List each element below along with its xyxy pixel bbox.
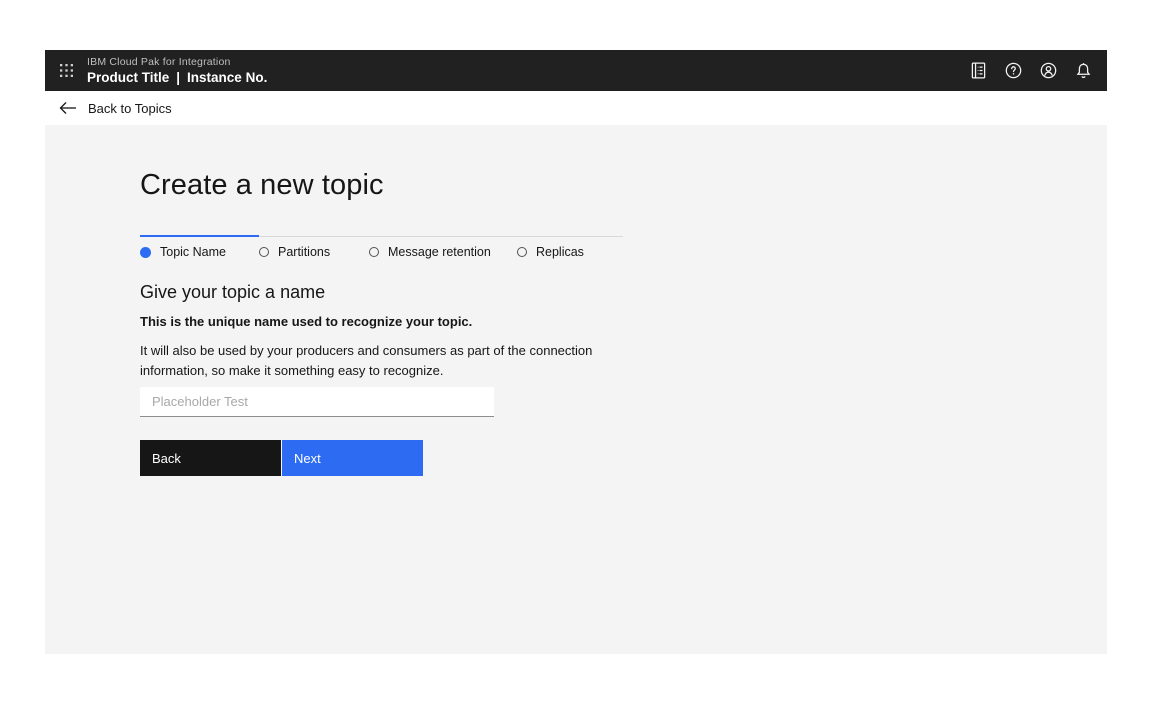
wizard-panel: Create a new topic Topic Name Partitions (45, 125, 1107, 654)
app-header: IBM Cloud Pak for Integration Product Ti… (45, 50, 1107, 91)
progress-step-inner: Replicas (517, 245, 623, 259)
wizard-content: Create a new topic Topic Name Partitions (45, 125, 605, 476)
app-frame: IBM Cloud Pak for Integration Product Ti… (0, 0, 1152, 704)
title-separator: | (176, 71, 180, 85)
step-incomplete-icon (369, 247, 379, 257)
help-button[interactable] (996, 50, 1031, 91)
progress-step-partitions[interactable]: Partitions (259, 236, 369, 259)
app-switcher-icon (60, 64, 73, 77)
step-incomplete-icon (259, 247, 269, 257)
step-incomplete-icon (517, 247, 527, 257)
step-label: Replicas (536, 245, 584, 259)
notifications-button[interactable] (1066, 50, 1101, 91)
user-profile-button[interactable] (1031, 50, 1066, 91)
wizard-button-set: Back Next (140, 440, 605, 476)
progress-step-topic-name[interactable]: Topic Name (140, 235, 259, 259)
header-actions (961, 50, 1107, 91)
help-icon (1004, 61, 1023, 80)
section-heading: Give your topic a name (140, 281, 605, 304)
header-eyebrow: IBM Cloud Pak for Integration (87, 57, 267, 68)
product-title: Product Title (87, 71, 169, 85)
section-description: It will also be used by your producers a… (140, 341, 605, 380)
catalog-button[interactable] (961, 50, 996, 91)
header-titles: IBM Cloud Pak for Integration Product Ti… (87, 57, 267, 84)
progress-step-inner: Message retention (369, 245, 517, 259)
progress-step-message-retention[interactable]: Message retention (369, 236, 517, 259)
step-label: Partitions (278, 245, 330, 259)
topic-name-input[interactable] (140, 387, 494, 417)
app-switcher-button[interactable] (45, 50, 87, 91)
header-title-row: Product Title | Instance No. (87, 71, 267, 85)
back-arrow-icon (59, 101, 77, 115)
step-label: Message retention (388, 245, 491, 259)
back-button[interactable]: Back (140, 440, 281, 476)
instance-label: Instance No. (187, 71, 267, 85)
notifications-icon (1074, 61, 1093, 80)
page-title: Create a new topic (140, 167, 605, 203)
progress-step-inner: Topic Name (140, 245, 259, 259)
section-subheading: This is the unique name used to recogniz… (140, 313, 605, 330)
back-link-label: Back to Topics (88, 101, 172, 116)
progress-step-inner: Partitions (259, 245, 369, 259)
user-avatar-icon (1039, 61, 1058, 80)
next-button[interactable]: Next (282, 440, 423, 476)
back-navigation-bar: Back to Topics (45, 91, 1107, 125)
step-current-icon (140, 247, 151, 258)
catalog-icon (969, 61, 988, 80)
progress-indicator: Topic Name Partitions Message retention (140, 235, 623, 259)
progress-step-replicas[interactable]: Replicas (517, 236, 623, 259)
step-label: Topic Name (160, 245, 226, 259)
back-to-topics-link[interactable]: Back to Topics (45, 101, 172, 116)
